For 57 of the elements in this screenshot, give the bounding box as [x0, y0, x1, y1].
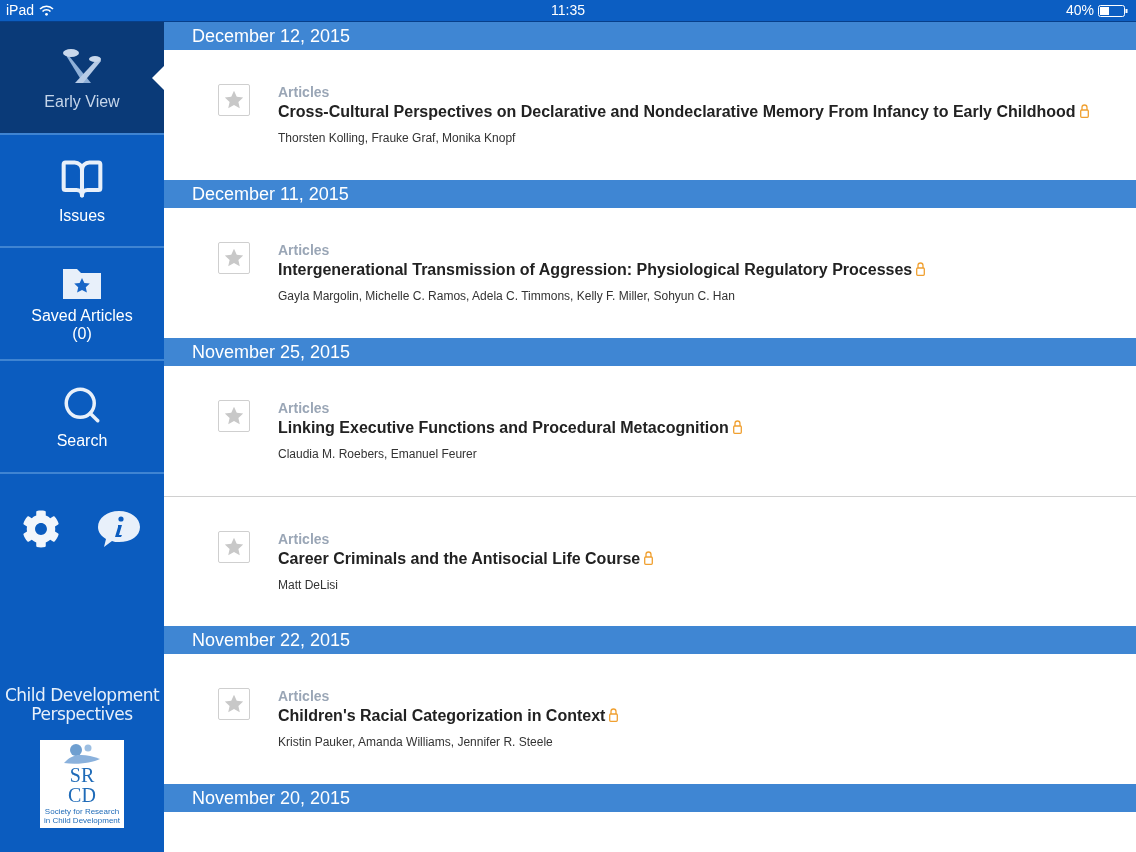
- star-icon: [223, 405, 245, 427]
- logo-letters: CD: [68, 785, 96, 805]
- article-category: Articles: [278, 400, 331, 416]
- date-header: December 12, 2015: [164, 22, 1136, 50]
- nav-label: Early View: [44, 92, 120, 111]
- nav-label: Saved Articles (0): [31, 306, 133, 343]
- favorite-star-button[interactable]: [218, 688, 250, 720]
- selection-pointer-icon: [152, 66, 164, 90]
- article-authors: Matt DeLisi: [278, 577, 340, 593]
- lock-icon: [644, 551, 654, 565]
- article-category: Articles: [278, 531, 331, 547]
- info-bubble-icon[interactable]: [96, 509, 142, 549]
- star-icon: [223, 693, 245, 715]
- favorite-star-button[interactable]: [218, 242, 250, 274]
- date-header: November 20, 2015: [164, 784, 1136, 812]
- article-authors: Claudia M. Roebers, Emanuel Feurer: [278, 446, 478, 462]
- article-title[interactable]: Career Criminals and the Antisocial Life Course: [278, 548, 654, 570]
- article-title[interactable]: Children's Racial Categorization in Context: [278, 705, 619, 727]
- article-category: Articles: [278, 688, 331, 704]
- date-header: November 22, 2015: [164, 626, 1136, 654]
- favorite-star-button[interactable]: [218, 84, 250, 116]
- logo-caption: Society for Research in Child Development: [42, 807, 121, 825]
- article-category: Articles: [278, 242, 331, 258]
- lock-icon: [732, 420, 742, 434]
- star-icon: [223, 247, 245, 269]
- article-row[interactable]: Articles Cross-Cultural Perspectives on Declarative and Nondeclarative Memory From Infancy to Early Childhood Thorsten Kolling, Frauke Graf, Monika Knopf: [164, 50, 1136, 180]
- lock-icon: [916, 262, 926, 276]
- sidebar-nav-item[interactable]: Early View: [0, 22, 164, 135]
- article-row[interactable]: Articles Children's Racial Categorization in Context Kristin Pauker, Amanda Williams, Jennifer R. Steele: [164, 654, 1136, 784]
- article-authors: Gayla Margolin, Michelle C. Ramos, Adela C. Timmons, Kelly F. Miller, Sohyun C. Han: [278, 288, 736, 304]
- favorite-star-button[interactable]: [218, 531, 250, 563]
- battery-percentage: 40%: [1065, 1, 1094, 20]
- star-icon: [223, 536, 245, 558]
- article-row[interactable]: Articles Intergenerational Transmission of Aggression: Physiological Regulatory Processes Gayla Margolin, Michelle C. Ramos, Adela C. Timmons, Kelly F. Miller, Sohyun C. Han: [164, 208, 1136, 338]
- article-title[interactable]: Intergenerational Transmission of Aggression: Physiological Regulatory Processes: [278, 259, 926, 281]
- lock-icon: [1079, 104, 1089, 118]
- journal-title: Child Development Perspectives: [3, 686, 161, 724]
- nav-label: Search: [56, 431, 108, 450]
- battery-icon: [1098, 4, 1128, 17]
- article-title[interactable]: Cross-Cultural Perspectives on Declarative and Nondeclarative Memory From Infancy to Early Childhood: [278, 101, 1089, 123]
- favorite-star-button[interactable]: [218, 400, 250, 432]
- clock-time: 11:35: [551, 1, 585, 20]
- star-icon: [223, 89, 245, 111]
- article-authors: Kristin Pauker, Amanda Williams, Jennifer R. Steele: [278, 734, 554, 750]
- article-title[interactable]: Linking Executive Functions and Procedural Metacognition: [278, 417, 742, 439]
- date-header: December 11, 2015: [164, 180, 1136, 208]
- device-name: iPad: [6, 1, 35, 20]
- settings-icon[interactable]: [22, 510, 60, 548]
- article-row[interactable]: Articles Linking Executive Functions and Procedural Metacognition Claudia M. Roebers, Emanuel Feurer: [164, 366, 1136, 496]
- article-authors: Thorsten Kolling, Frauke Graf, Monika Knopf: [278, 130, 517, 146]
- lock-icon: [609, 708, 619, 722]
- logo-letters: SR: [69, 765, 95, 785]
- article-category: Articles: [278, 84, 331, 100]
- splash-icon: [62, 743, 102, 765]
- wifi-icon: [39, 5, 55, 16]
- date-header: November 25, 2015: [164, 338, 1136, 366]
- nav-label: Issues: [58, 206, 106, 225]
